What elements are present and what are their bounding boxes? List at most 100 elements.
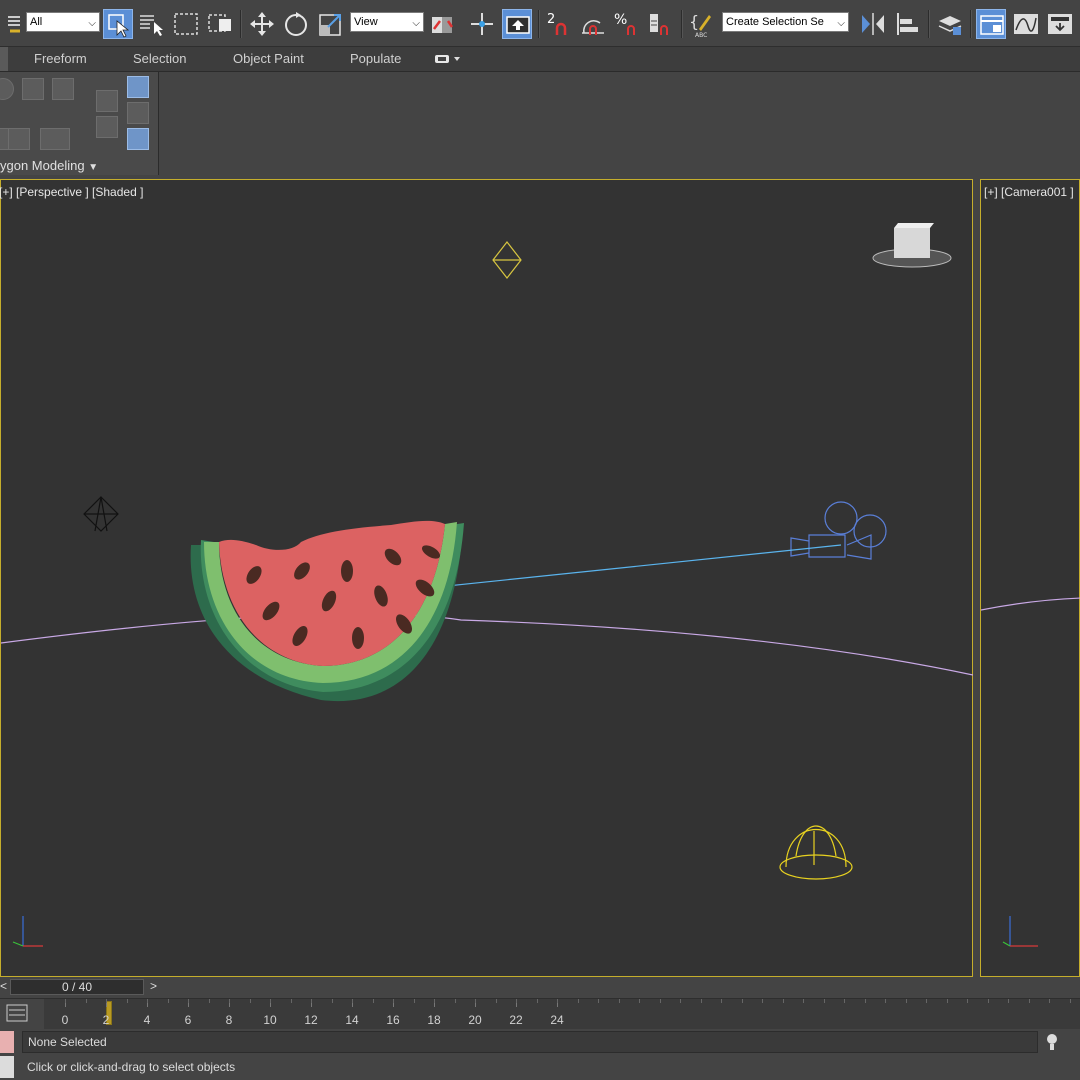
track-bar-minor-tick [987, 999, 989, 1003]
track-bar-minor-tick [229, 999, 230, 1003]
time-slider-thumb[interactable]: 0 / 40 [10, 979, 144, 995]
tab-populate[interactable]: Populate [350, 51, 401, 66]
track-bar-minor-tick [926, 999, 927, 1003]
time-slider[interactable]: < 0 / 40 > [0, 977, 1080, 997]
ribbon-options-button[interactable] [434, 52, 462, 69]
panel-title-text: ygon Modeling [0, 158, 85, 173]
cube-icon[interactable] [52, 78, 74, 100]
track-bar-tick-label: 22 [509, 1013, 523, 1027]
select-by-name-button[interactable] [137, 9, 167, 39]
select-object-button[interactable] [103, 9, 133, 39]
named-selection-sets-value: Create Selection Se [726, 16, 824, 28]
prompt-text: Click or click-and-drag to select object… [27, 1060, 236, 1074]
rectangular-selection-button[interactable] [171, 9, 201, 39]
time-slider-prev-button[interactable]: < [0, 979, 7, 993]
track-bar-minor-tick [65, 999, 66, 1003]
viewport-camera001[interactable]: [+] [Camera001 ] [980, 179, 1080, 977]
track-bar-tick-label: 8 [225, 1013, 233, 1027]
angle-snap-button[interactable] [578, 9, 608, 39]
script-mini-listener-icon[interactable] [0, 1056, 14, 1078]
time-slider-next-button[interactable]: > [150, 979, 157, 993]
axis-gizmo-icon [12, 916, 43, 947]
panel-title[interactable]: ygon Modeling ▼ [0, 158, 98, 173]
track-bar-minor-tick [188, 999, 189, 1003]
viewport-perspective[interactable]: [+] [Perspective ] [Shaded ] [0, 179, 973, 977]
mirror-icon[interactable] [858, 9, 888, 39]
maxscript-listener-icon[interactable] [0, 1031, 14, 1053]
box-icon[interactable] [22, 78, 44, 100]
stack-down-icon[interactable] [96, 116, 118, 138]
rotate-icon[interactable] [281, 9, 311, 39]
track-bar-minor-tick [885, 999, 886, 1003]
tab-freeform[interactable]: Freeform [34, 51, 87, 66]
edit-poly-icon[interactable] [8, 128, 30, 150]
mini-curve-editor-icon[interactable] [6, 1004, 28, 1025]
ribbon-tab-modeling[interactable] [0, 47, 8, 71]
spinner-snap-button[interactable] [646, 9, 676, 39]
track-bar-minor-tick [311, 999, 312, 1003]
circle-icon[interactable] [40, 128, 70, 150]
ribbon-tab-bar: Freeform Selection Object Paint Populate [0, 47, 1080, 72]
track-bar-minor-tick [618, 999, 620, 1003]
chevron-down-icon: ⌵ [88, 18, 96, 29]
keyboard-shortcut-override-button[interactable] [502, 9, 532, 39]
toggle-ribbon-button[interactable] [976, 9, 1006, 39]
chevron-down-icon: ▼ [88, 162, 99, 173]
track-bar-minor-tick [516, 999, 517, 1003]
tab-object-paint[interactable]: Object Paint [233, 51, 304, 66]
align-icon[interactable] [893, 9, 923, 39]
track-bar-tick-label: 12 [304, 1013, 318, 1027]
selection-status: None Selected [22, 1031, 1038, 1053]
percent-snap-button[interactable]: % [612, 9, 642, 39]
stack-up-icon[interactable] [96, 90, 118, 112]
track-bar-minor-tick [598, 999, 599, 1003]
sphere-icon[interactable] [0, 78, 14, 100]
track-bar-minor-tick [844, 999, 845, 1003]
curve-editor-icon[interactable] [1011, 9, 1041, 39]
svg-text:{: { [689, 12, 699, 31]
window-crossing-button[interactable] [205, 9, 235, 39]
track-bar-tick-label: 10 [263, 1013, 277, 1027]
use-soft-selection-icon[interactable] [127, 128, 149, 150]
track-bar-minor-tick [1008, 999, 1009, 1003]
chevron-down-icon: ⌵ [412, 18, 420, 29]
selection-status-text: None Selected [28, 1035, 107, 1049]
reference-coordinate-dropdown[interactable]: View ⌵ [350, 12, 424, 32]
track-bar-minor-tick [495, 999, 497, 1003]
polygon-modeling-panel: ygon Modeling ▼ [0, 72, 159, 175]
track-bar-minor-tick [208, 999, 210, 1003]
viewcube-icon [872, 223, 952, 268]
schematic-view-icon[interactable] [1045, 9, 1075, 39]
track-bar-minor-tick [1049, 999, 1050, 1003]
track-bar-minor-tick [290, 999, 292, 1003]
track-bar-minor-tick [782, 999, 784, 1003]
move-icon[interactable] [247, 9, 277, 39]
track-bar-minor-tick [147, 999, 148, 1003]
track-bar-minor-tick [536, 999, 538, 1003]
named-selection-sets-dropdown[interactable]: Create Selection Se ⌵ [722, 12, 849, 32]
status-row-prompt: Click or click-and-drag to select object… [0, 1056, 1080, 1080]
omni-light-helper [492, 241, 522, 279]
track-bar-ruler[interactable]: 0 2 4 6 8 10 12 14 16 18 20 22 24 [44, 999, 1080, 1029]
track-bar-minor-tick [85, 999, 87, 1003]
selection-filter-dropdown[interactable]: All ⌵ [26, 12, 100, 32]
layers-icon[interactable] [0, 9, 20, 39]
edit-named-selection-button[interactable]: {ABC [687, 9, 717, 39]
select-manipulate-icon[interactable] [467, 9, 497, 39]
main-toolbar: All ⌵ View ⌵ 2 % {ABC Create Selection … [0, 0, 1080, 47]
show-end-result-icon[interactable] [127, 102, 149, 124]
track-bar[interactable]: 0 2 4 6 8 10 12 14 16 18 20 22 24 [0, 998, 1080, 1029]
svg-text:ABC: ABC [695, 32, 707, 39]
tab-selection[interactable]: Selection [133, 51, 186, 66]
pivot-center-button[interactable] [428, 9, 458, 39]
scale-icon[interactable] [316, 9, 346, 39]
frame-display: 0 / 40 [61, 980, 93, 994]
track-bar-minor-tick [249, 999, 251, 1003]
snaps-toggle-button[interactable]: 2 [544, 9, 574, 39]
layer-explorer-icon[interactable] [935, 9, 965, 39]
selection-filter-value: All [30, 16, 43, 28]
isolate-selection-icon[interactable] [1045, 1032, 1059, 1055]
prompt-line: Click or click-and-drag to select object… [22, 1057, 1038, 1079]
pin-stack-icon[interactable] [127, 76, 149, 98]
track-bar-tick-label: 20 [468, 1013, 482, 1027]
